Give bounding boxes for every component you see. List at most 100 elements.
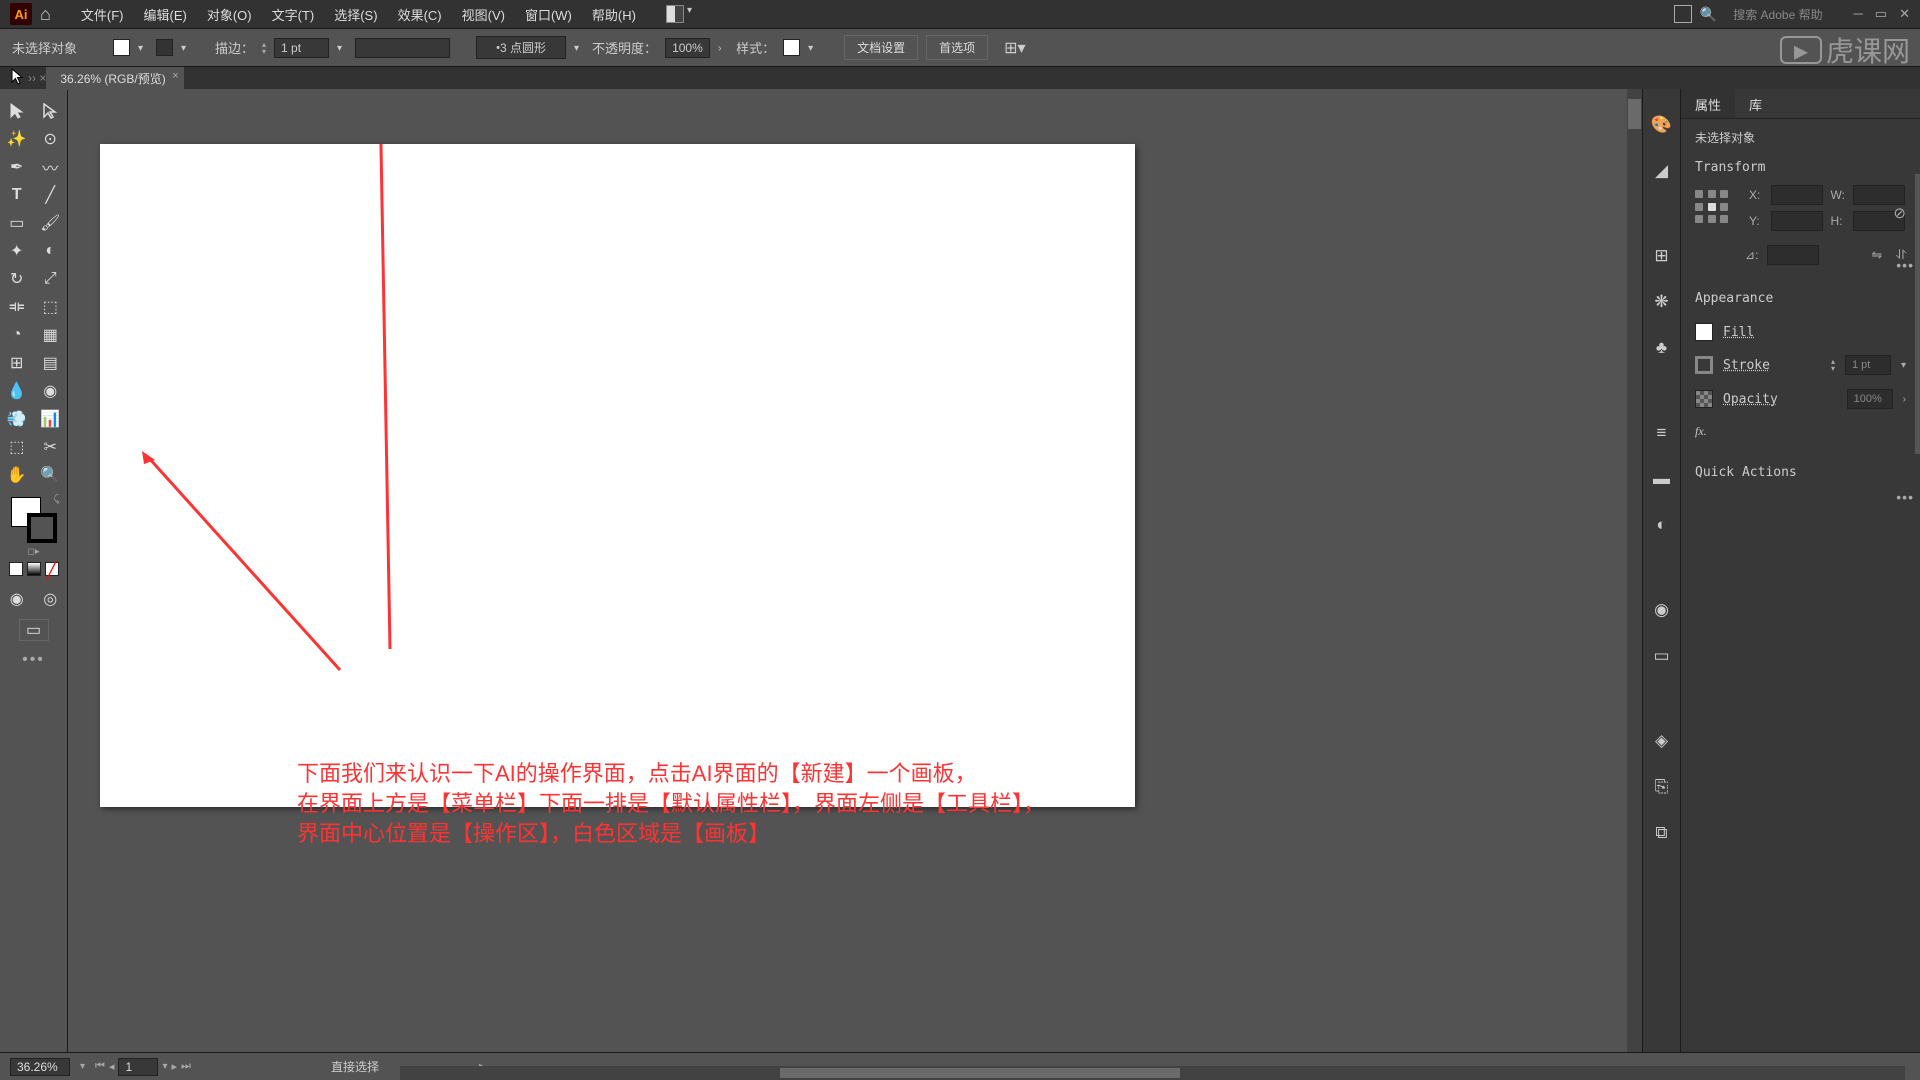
- home-icon[interactable]: ⌂: [40, 4, 51, 25]
- fx-button[interactable]: fx.: [1695, 424, 1906, 439]
- reference-point-grid[interactable]: [1695, 190, 1731, 226]
- mesh-tool[interactable]: ⊞: [0, 349, 34, 377]
- brush-definition[interactable]: • 3 点圆形: [476, 36, 566, 59]
- flip-horizontal-icon[interactable]: ⇋: [1871, 247, 1882, 263]
- artboard-tool[interactable]: ⬚: [0, 433, 34, 461]
- menu-help[interactable]: 帮助(H): [582, 1, 646, 28]
- tab-libraries[interactable]: 库: [1735, 89, 1776, 118]
- preferences-button[interactable]: 首选项: [926, 35, 988, 60]
- stroke-panel-icon[interactable]: ≡: [1651, 422, 1673, 444]
- stroke-label[interactable]: Stroke: [1723, 358, 1821, 373]
- canvas-area[interactable]: 下面我们来认识一下AI的操作界面，点击AI界面的【新建】一个画板， 在界面上方是…: [68, 89, 1642, 1052]
- transform-y-input[interactable]: [1771, 211, 1823, 231]
- chevron-down-icon[interactable]: ▾: [574, 43, 584, 53]
- menu-file[interactable]: 文件(F): [71, 1, 134, 28]
- horizontal-scrollbar[interactable]: [400, 1066, 1905, 1080]
- chevron-down-icon[interactable]: ▾: [337, 43, 347, 53]
- menu-edit[interactable]: 编辑(E): [133, 1, 196, 28]
- symbols-panel-icon[interactable]: ♣: [1651, 337, 1673, 359]
- rectangle-tool[interactable]: ▭: [0, 209, 34, 237]
- width-tool[interactable]: ⟚: [0, 293, 34, 321]
- eraser-tool[interactable]: ◐: [34, 237, 68, 265]
- close-icon[interactable]: ✕: [1899, 6, 1910, 22]
- minimize-icon[interactable]: ─: [1854, 6, 1863, 22]
- chevron-down-icon[interactable]: ▾: [808, 43, 818, 53]
- close-tab-icon[interactable]: ×: [172, 70, 178, 82]
- workspace-switcher[interactable]: ▾: [666, 5, 692, 23]
- menu-select[interactable]: 选择(S): [324, 1, 387, 28]
- app-icon[interactable]: Ai: [10, 3, 32, 25]
- stroke-dropdown-icon[interactable]: ▾: [181, 43, 191, 53]
- appearance-panel-icon[interactable]: ◉: [1651, 599, 1673, 621]
- shaper-tool[interactable]: ✦: [0, 237, 34, 265]
- zoom-input[interactable]: [10, 1058, 70, 1076]
- appearance-stroke-swatch[interactable]: [1695, 356, 1713, 374]
- direct-selection-tool[interactable]: [34, 97, 68, 125]
- appearance-stroke-input[interactable]: [1845, 355, 1891, 375]
- chevron-right-icon[interactable]: ›: [718, 43, 728, 53]
- screen-mode-button[interactable]: ▭: [19, 619, 49, 641]
- menu-view[interactable]: 视图(V): [452, 1, 515, 28]
- color-proxy[interactable]: ⤹: [11, 497, 57, 543]
- gradient-mode-swatch[interactable]: [27, 562, 41, 576]
- graphic-styles-icon[interactable]: ▭: [1651, 645, 1673, 667]
- eyedropper-tool[interactable]: 💧: [0, 377, 34, 405]
- hand-tool[interactable]: ✋: [0, 461, 34, 489]
- lasso-tool[interactable]: ⊙: [34, 125, 68, 153]
- rotate-angle-input[interactable]: [1767, 245, 1819, 265]
- magic-wand-tool[interactable]: ✨: [0, 125, 34, 153]
- edit-toolbar-icon[interactable]: •••: [22, 651, 45, 669]
- vertical-scrollbar[interactable]: [1627, 89, 1642, 1052]
- transform-w-input[interactable]: [1853, 185, 1905, 205]
- curvature-tool[interactable]: 〰: [34, 153, 68, 181]
- color-panel-icon[interactable]: 🎨: [1651, 114, 1673, 136]
- draw-behind-icon[interactable]: ◎: [34, 585, 68, 613]
- rotate-tool[interactable]: ↻: [0, 265, 34, 293]
- transform-options-icon[interactable]: •••: [1896, 257, 1914, 273]
- appearance-options-icon[interactable]: •••: [1896, 489, 1914, 505]
- artboard-navigation[interactable]: ⏮ ◂ ▾ ▸ ⏭: [95, 1058, 191, 1076]
- paintbrush-tool[interactable]: 🖌: [34, 209, 68, 237]
- appearance-opacity-input[interactable]: [1847, 389, 1893, 409]
- fill-label[interactable]: Fill: [1723, 325, 1906, 340]
- graphic-style-swatch[interactable]: [783, 39, 800, 56]
- swatches-panel-icon[interactable]: ⊞: [1651, 245, 1673, 267]
- selection-tool[interactable]: [0, 97, 34, 125]
- shape-builder-tool[interactable]: ◔: [0, 321, 34, 349]
- draw-normal-icon[interactable]: ◉: [0, 585, 34, 613]
- menu-effect[interactable]: 效果(C): [388, 1, 452, 28]
- search-help[interactable]: 搜索 Adobe 帮助: [1725, 6, 1830, 23]
- menu-object[interactable]: 对象(O): [197, 1, 262, 28]
- menu-window[interactable]: 窗口(W): [515, 1, 582, 28]
- scale-tool[interactable]: ⤢: [34, 265, 68, 293]
- asset-export-icon[interactable]: ⎘: [1651, 776, 1673, 798]
- perspective-grid-tool[interactable]: ▦: [34, 321, 68, 349]
- column-graph-tool[interactable]: 📊: [34, 405, 68, 433]
- gradient-panel-icon[interactable]: ▬: [1651, 468, 1673, 490]
- search-icon[interactable]: 🔍: [1700, 6, 1717, 23]
- gradient-tool[interactable]: ▤: [34, 349, 68, 377]
- color-guide-icon[interactable]: ◢: [1651, 160, 1673, 182]
- maximize-icon[interactable]: ▭: [1875, 6, 1887, 22]
- menu-type[interactable]: 文字(T): [262, 1, 325, 28]
- panel-scrollbar[interactable]: [1915, 174, 1920, 454]
- artboard[interactable]: 下面我们来认识一下AI的操作界面，点击AI界面的【新建】一个画板， 在界面上方是…: [100, 144, 1135, 807]
- free-transform-tool[interactable]: ⬚: [34, 293, 68, 321]
- opacity-label[interactable]: Opacity: [1723, 392, 1837, 407]
- fill-swatch[interactable]: [113, 39, 130, 56]
- transparency-panel-icon[interactable]: ◐: [1651, 514, 1673, 536]
- symbol-sprayer-tool[interactable]: 💨: [0, 405, 34, 433]
- document-tab[interactable]: 36.26% (RGB/预览) ×: [46, 67, 183, 90]
- variable-width-profile[interactable]: [355, 38, 450, 58]
- pen-tool[interactable]: ✒: [0, 153, 34, 181]
- tab-properties[interactable]: 属性: [1681, 89, 1735, 118]
- type-tool[interactable]: T: [0, 181, 34, 209]
- none-mode-swatch[interactable]: ╱: [45, 562, 59, 576]
- artboards-panel-icon[interactable]: ⧉: [1651, 822, 1673, 844]
- artboard-number-input[interactable]: [118, 1058, 158, 1076]
- color-mode-swatch[interactable]: [9, 562, 23, 576]
- stroke-swatch[interactable]: [156, 39, 173, 56]
- line-tool[interactable]: ╱: [34, 181, 68, 209]
- fill-dropdown-icon[interactable]: ▾: [138, 43, 148, 53]
- brushes-panel-icon[interactable]: ❋: [1651, 291, 1673, 313]
